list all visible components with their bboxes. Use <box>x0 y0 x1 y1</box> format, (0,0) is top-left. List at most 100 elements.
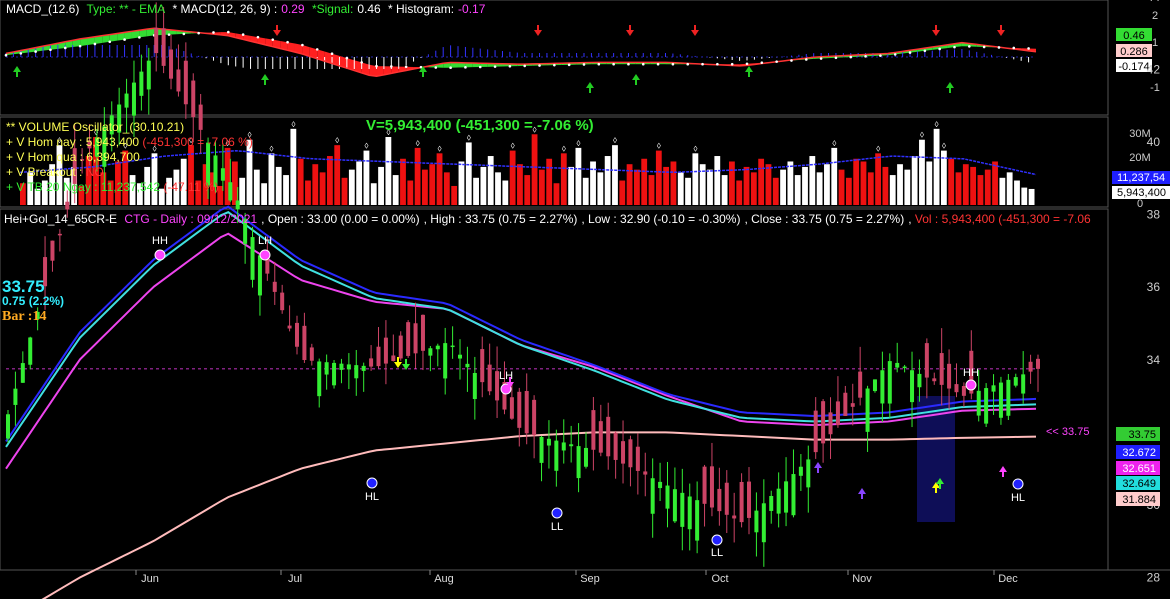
price-axis-tick: 40 <box>1147 135 1161 149</box>
volume-bar <box>758 158 765 205</box>
up-arrow-icon <box>814 462 822 468</box>
candle-body <box>146 60 151 90</box>
price-header: Hei+Gol_14_65CR-E CTG - Daily : 09/12/20… <box>4 212 1091 226</box>
candle-body <box>465 363 470 368</box>
signal-dot <box>345 56 349 60</box>
close-marker: << 33.75 <box>1046 426 1090 438</box>
volume-bar <box>575 147 582 205</box>
volume-bar <box>641 158 648 205</box>
candle-body <box>658 481 663 489</box>
volume-bar <box>824 164 830 205</box>
arrow-stem <box>397 357 399 362</box>
volume-line-yesterday: + V Hom qua : 6,394,700 <box>6 150 140 164</box>
down-arrow-icon <box>394 362 402 368</box>
breakout-marker: ◊ <box>467 133 471 142</box>
candle-body <box>554 440 559 471</box>
price-axis-tick: 44 <box>1147 0 1161 4</box>
volume-bar <box>400 158 406 205</box>
arrow-stem <box>939 484 941 489</box>
volume-bar <box>275 166 282 205</box>
signal-dot <box>182 32 186 36</box>
candle-body <box>354 365 359 379</box>
candle-body <box>517 391 522 428</box>
candle-body <box>139 71 144 96</box>
signal-dot <box>671 62 675 66</box>
signal-dot <box>938 47 941 51</box>
candle-body <box>924 343 929 378</box>
volume-bar <box>838 169 845 205</box>
signal-dot <box>241 33 245 36</box>
candle-body <box>1006 379 1011 416</box>
volume-bar <box>407 180 414 205</box>
buy-arrow-icon <box>586 82 594 88</box>
candle-body <box>850 403 855 407</box>
volume-bar <box>926 161 933 205</box>
volume-bar <box>670 161 677 205</box>
price-badge-text: 32.672 <box>1122 447 1156 459</box>
candle-body <box>280 292 285 311</box>
x-axis-month-label: Oct <box>711 573 728 585</box>
volume-bar <box>780 169 786 205</box>
macd-value: 0.29 <box>281 2 305 16</box>
candle-body <box>28 337 33 365</box>
volume-bar <box>495 172 501 205</box>
breakout-marker: ◊ <box>613 136 617 145</box>
volume-bar <box>341 177 348 205</box>
candle-body <box>1036 358 1040 369</box>
volume-bar <box>502 180 509 205</box>
breakout-marker: ◊ <box>416 139 420 148</box>
volume-bar <box>699 164 706 205</box>
candle-body <box>709 466 714 508</box>
candle-body <box>902 366 907 369</box>
volume-bar <box>253 169 260 205</box>
volume-bar <box>809 156 816 205</box>
stock-chart-canvas[interactable]: 21-10.460.286-0.174◊◊◊ ◊◊ ◊◊◊◊◊◊◊◊◊◊◊◊◊◊ ◊◊… <box>0 0 1170 599</box>
candle-body <box>976 390 981 416</box>
signal-dot <box>19 52 23 55</box>
pivot-marker-icon <box>1012 478 1024 490</box>
candle-body <box>961 386 966 396</box>
candle-body <box>791 474 796 516</box>
candle-body <box>724 482 729 515</box>
candle-body <box>13 388 18 405</box>
candle-body <box>124 93 129 108</box>
candle-body <box>717 488 722 512</box>
arrow-stem <box>264 80 266 85</box>
candle-body <box>761 503 766 543</box>
sell-arrow-icon <box>273 30 281 36</box>
volume-bar <box>451 185 458 205</box>
signal-dot <box>493 65 497 68</box>
volume-bar <box>707 169 713 205</box>
candle-body <box>932 378 937 382</box>
price-axis-tick: 36 <box>1147 280 1161 294</box>
macd-badge-text: 0.286 <box>1120 46 1148 58</box>
arrow-stem <box>405 359 407 364</box>
signal-dot <box>212 31 215 34</box>
volume-bar <box>729 161 735 205</box>
arrow-stem <box>509 377 511 382</box>
volume-bar <box>633 169 640 205</box>
x-axis-month-label: Nov <box>852 573 872 585</box>
volume-bar <box>743 166 750 205</box>
signal-dot <box>330 52 334 56</box>
candle-body <box>880 370 885 404</box>
signal-dot <box>553 63 556 67</box>
arrow-stem <box>16 72 18 77</box>
pivot-marker-icon <box>551 507 563 519</box>
candle-body <box>739 481 744 523</box>
signal-dot <box>286 40 289 44</box>
volume-bar <box>480 166 487 205</box>
breakout-marker: ◊ <box>335 136 339 145</box>
breakout-marker: ◊ <box>438 144 442 153</box>
signal-dot <box>1012 46 1016 50</box>
volume-bar <box>721 175 728 205</box>
volume-bar <box>370 183 377 205</box>
volume-bar <box>392 175 399 205</box>
price-axis-tick: 34 <box>1147 353 1161 367</box>
signal-dot <box>908 51 912 54</box>
macd-header: MACD_(12.6) Type: ** - EMA * MACD(12, 26… <box>6 2 489 16</box>
candle-body <box>443 343 448 379</box>
volume-bar <box>305 180 311 205</box>
candle-body <box>176 69 181 92</box>
hist-value: -0.17 <box>458 2 486 16</box>
